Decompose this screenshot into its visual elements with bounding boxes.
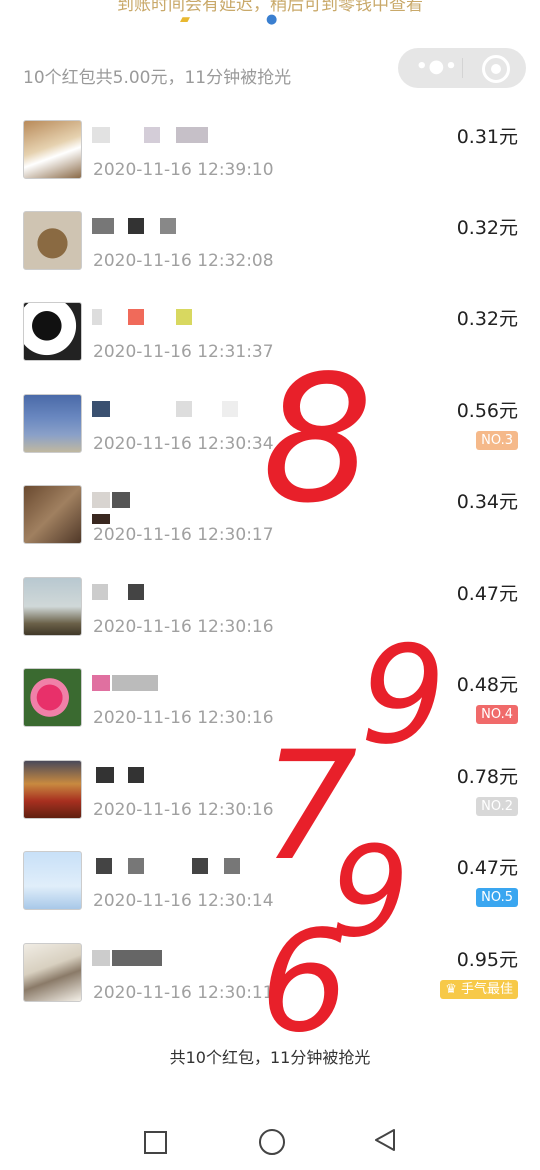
target-close-icon[interactable] xyxy=(482,55,510,83)
avatar xyxy=(23,577,82,636)
grab-amount: 0.47元 xyxy=(456,583,518,605)
grab-amount: 0.47元 xyxy=(456,857,518,879)
grab-time: 2020-11-16 12:30:16 xyxy=(93,800,274,820)
footer-summary: 共10个红包，11分钟被抢光 xyxy=(169,1048,371,1067)
avatar xyxy=(23,302,82,361)
globe-icon: ● xyxy=(266,12,278,27)
more-dots-icon[interactable]: •●• xyxy=(416,56,458,77)
grab-time: 2020-11-16 12:30:16 xyxy=(93,708,274,728)
record-row[interactable]: 2020-11-16 12:30:11 0.95元 ♛ 手气最佳 xyxy=(0,943,540,1035)
grab-amount: 0.56元 xyxy=(456,400,518,422)
name-blurred xyxy=(92,218,222,236)
grab-time: 2020-11-16 12:39:10 xyxy=(93,160,274,180)
avatar xyxy=(23,211,82,270)
grab-time: 2020-11-16 12:30:14 xyxy=(93,891,274,911)
name-blurred xyxy=(92,767,222,785)
name-blurred xyxy=(92,858,240,876)
record-row[interactable]: 2020-11-16 12:30:16 0.78元 NO.2 xyxy=(0,760,540,852)
record-row[interactable]: 2020-11-16 12:30:34 0.56元 NO.3 xyxy=(0,394,540,486)
rank-badge: NO.4 xyxy=(476,705,518,724)
grab-amount: 0.78元 xyxy=(456,766,518,788)
grab-amount: 0.48元 xyxy=(456,674,518,696)
grab-amount: 0.32元 xyxy=(456,308,518,330)
navigation-bar xyxy=(0,1110,540,1170)
record-row[interactable]: 2020-11-16 12:30:14 0.47元 NO.5 xyxy=(0,851,540,943)
record-row[interactable]: 2020-11-16 12:32:08 0.32元 xyxy=(0,211,540,303)
avatar xyxy=(23,485,82,544)
record-row[interactable]: 2020-11-16 12:30:16 0.48元 NO.4 xyxy=(0,668,540,760)
grab-time: 2020-11-16 12:31:37 xyxy=(93,342,274,362)
grab-amount: 0.34元 xyxy=(456,491,518,513)
grab-amount: 0.95元 xyxy=(456,949,518,971)
best-luck-badge: ♛ 手气最佳 xyxy=(440,980,518,999)
rank-badge: NO.5 xyxy=(476,888,518,907)
record-row[interactable]: 2020-11-16 12:31:37 0.32元 xyxy=(0,302,540,394)
name-blurred xyxy=(92,584,222,602)
rank-badge: NO.2 xyxy=(476,797,518,816)
mini-program-capsule[interactable]: •●• xyxy=(398,48,526,88)
avatar xyxy=(23,943,82,1002)
capsule-divider xyxy=(462,58,463,78)
name-blurred xyxy=(92,401,238,419)
record-row[interactable]: 2020-11-16 12:30:17 0.34元 xyxy=(0,485,540,577)
name-blurred xyxy=(92,127,222,145)
avatar xyxy=(23,760,82,819)
recent-apps-square-icon[interactable] xyxy=(144,1131,167,1154)
grab-amount: 0.31元 xyxy=(456,126,518,148)
packet-summary: 10个红包共5.00元，11分钟被抢光 xyxy=(23,68,292,88)
home-circle-icon[interactable] xyxy=(259,1129,285,1155)
grab-time: 2020-11-16 12:30:16 xyxy=(93,617,274,637)
avatar xyxy=(23,851,82,910)
avatar xyxy=(23,120,82,179)
avatar xyxy=(23,394,82,453)
grab-time: 2020-11-16 12:32:08 xyxy=(93,251,274,271)
name-blurred xyxy=(92,492,222,524)
back-triangle-icon[interactable] xyxy=(372,1127,398,1153)
grab-amount: 0.32元 xyxy=(456,217,518,239)
record-row[interactable]: 2020-11-16 12:39:10 0.31元 xyxy=(0,120,540,212)
grab-time: 2020-11-16 12:30:17 xyxy=(93,525,274,545)
avatar xyxy=(23,668,82,727)
name-blurred xyxy=(92,675,222,693)
grab-time: 2020-11-16 12:30:34 xyxy=(93,434,274,454)
record-row[interactable]: 2020-11-16 12:30:16 0.47元 xyxy=(0,577,540,669)
name-blurred xyxy=(92,950,222,968)
crown-icon: ♛ xyxy=(445,982,457,997)
folder-icon: ▰ xyxy=(180,12,190,27)
best-luck-label: 手气最佳 xyxy=(460,982,513,997)
grab-time: 2020-11-16 12:30:11 xyxy=(93,983,274,1003)
name-blurred xyxy=(92,309,222,327)
rank-badge: NO.3 xyxy=(476,431,518,450)
